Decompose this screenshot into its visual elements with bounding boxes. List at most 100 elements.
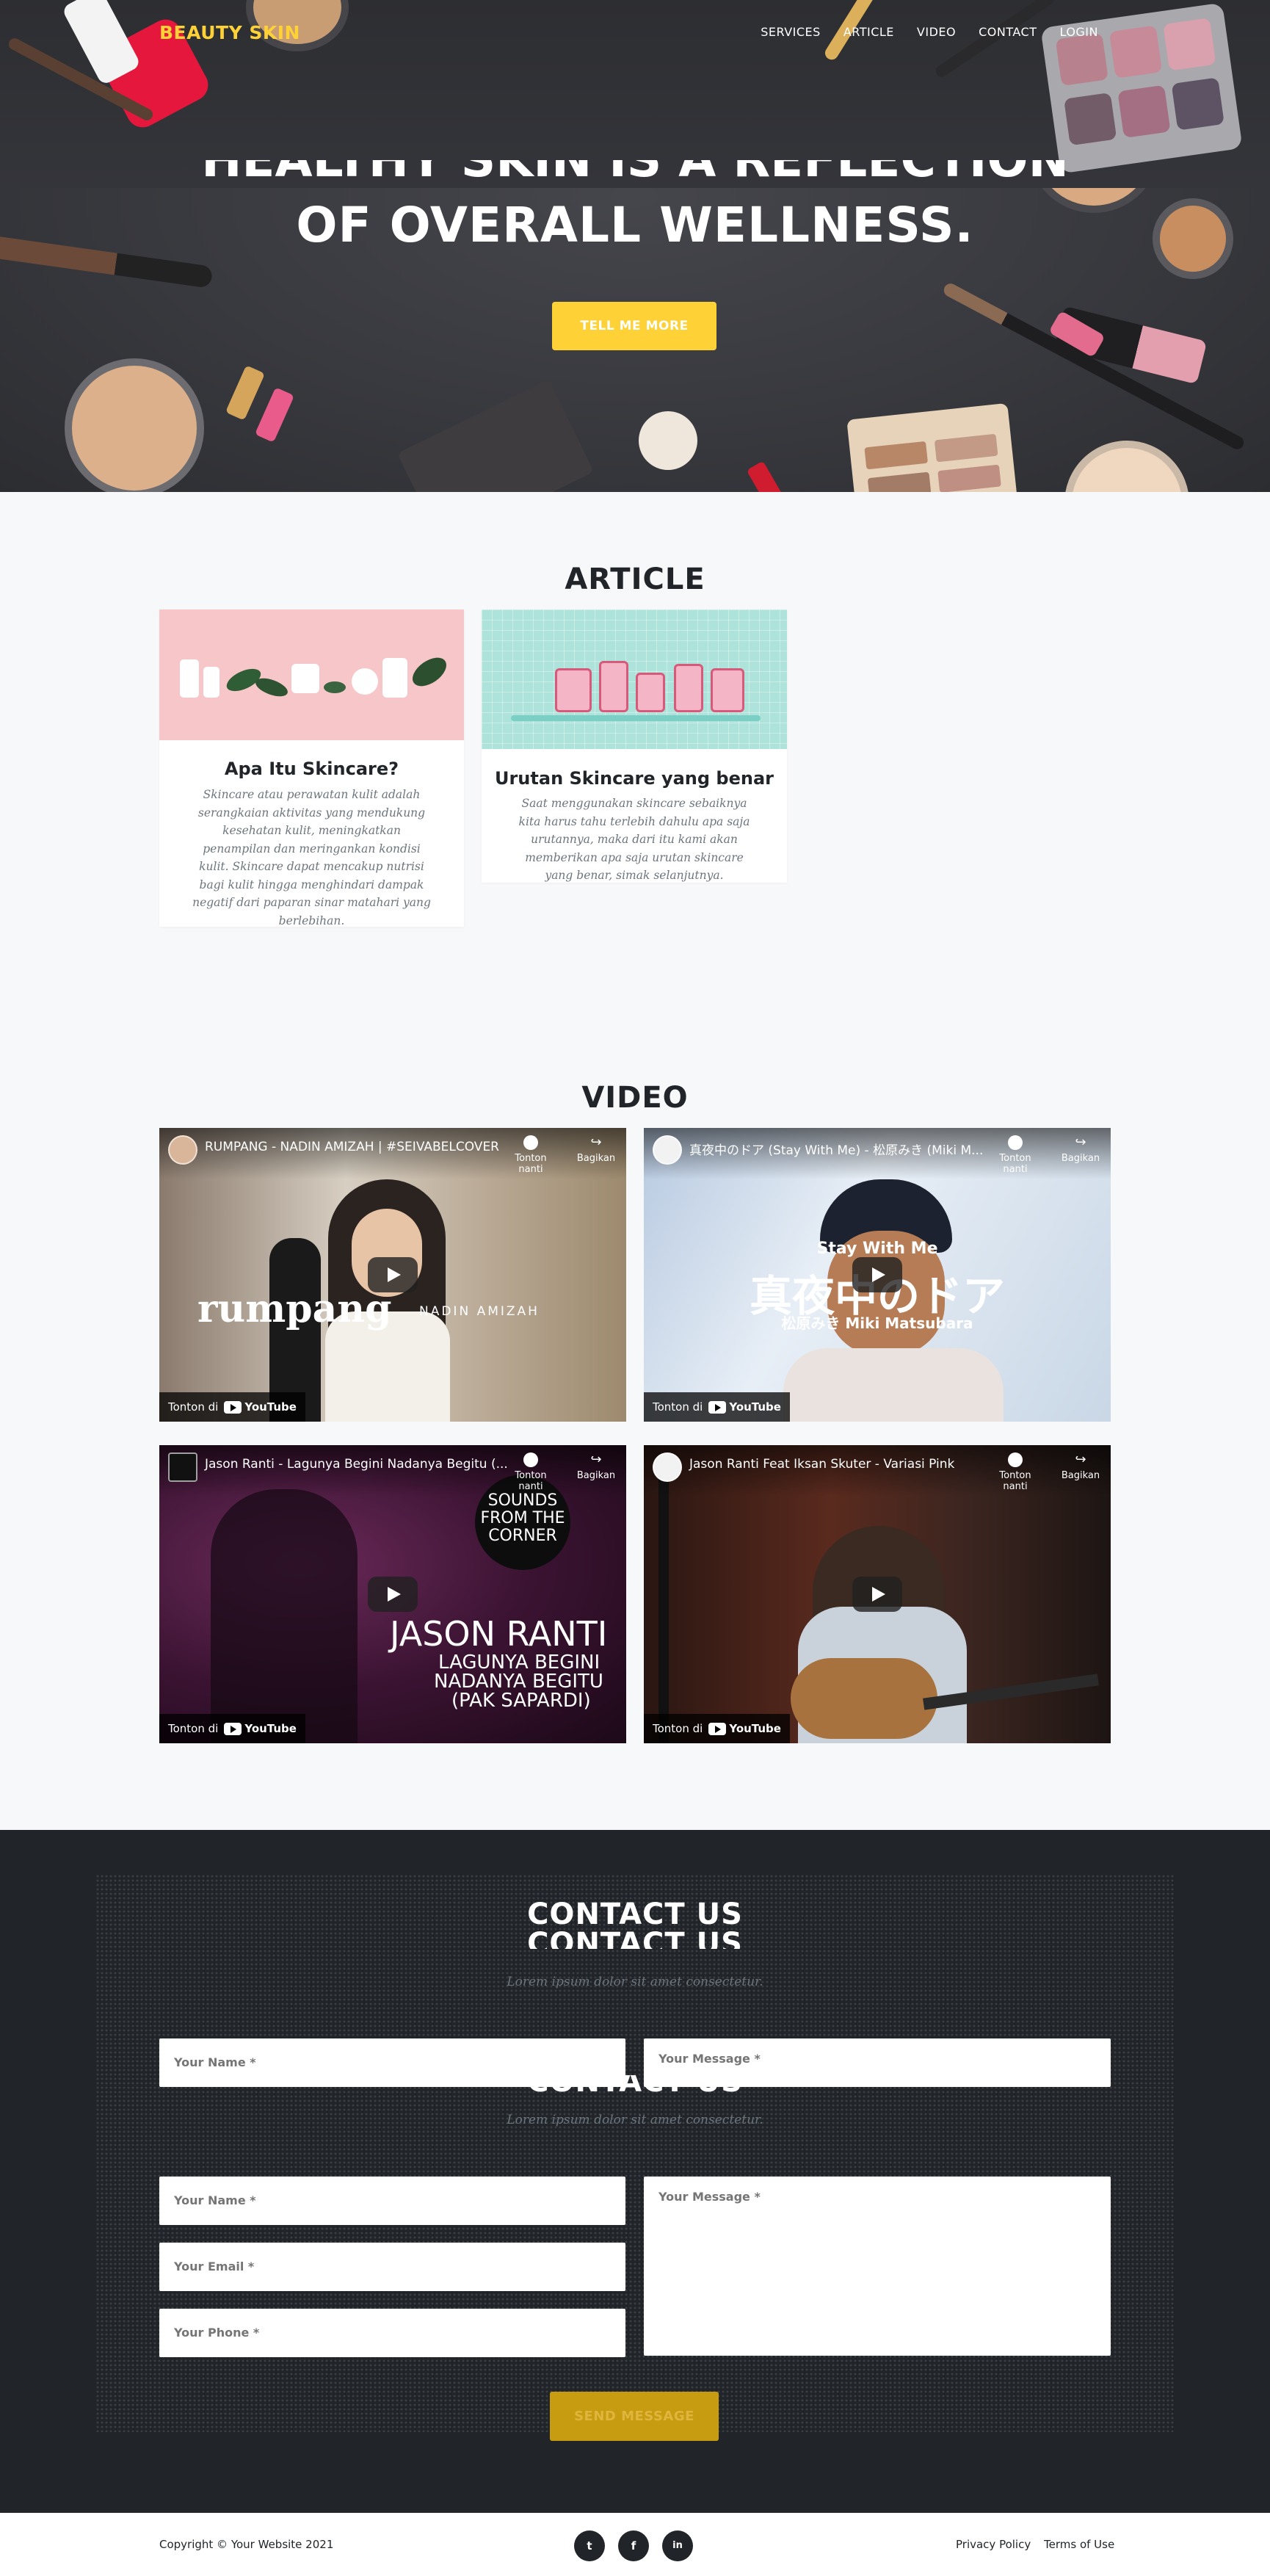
badge-text: SOUNDS FROM THE CORNER [480, 1491, 565, 1545]
share-icon: ↪ [1075, 1452, 1086, 1467]
share-label: Bagikan [1061, 1153, 1100, 1164]
guitar-shape [791, 1658, 937, 1739]
twitter-icon[interactable]: t [574, 2530, 605, 2561]
lip-gloss-image [746, 460, 785, 492]
nav-link-video[interactable]: VIDEO [917, 25, 956, 39]
linkedin-icon[interactable]: in [662, 2530, 693, 2561]
watch-on-youtube-bar[interactable]: Tonton di YouTube [159, 1714, 305, 1743]
video-title-text[interactable]: Jason Ranti Feat Iksan Skuter - Variasi … [689, 1457, 954, 1472]
footer: Copyright © Your Website 2021 t f in Pri… [0, 2513, 1270, 2576]
nav-link-contact[interactable]: CONTACT [979, 25, 1037, 39]
message-field[interactable] [644, 2177, 1111, 2356]
eyeshadow-quad-image [846, 402, 1018, 492]
lipstick-image [225, 365, 266, 421]
share-label: Bagikan [576, 1153, 616, 1164]
article-card-title: Apa Itu Skincare? [224, 759, 399, 779]
copyright-text: Copyright © Your Website 2021 [159, 2538, 334, 2551]
video-embed[interactable]: SOUNDS FROM THE CORNER JASON RANTI LAGUN… [159, 1445, 626, 1743]
share-icon: ↪ [590, 1452, 602, 1467]
share-button[interactable]: ↪ Bagikan [570, 1452, 622, 1482]
facebook-icon[interactable]: f [618, 2530, 649, 2561]
article-card-text: Saat menggunakan skincare sebaiknya kita… [518, 797, 750, 882]
video-overlay-line: LAGUNYA BEGINI [438, 1651, 600, 1674]
watch-on-youtube-bar[interactable]: Tonton di YouTube [644, 1392, 790, 1422]
nav-link-article[interactable]: ARTICLE [843, 25, 894, 39]
video-overlay-text: rumpang [197, 1287, 392, 1331]
video-title-text[interactable]: 真夜中のドア (Stay With Me) - 松原みき (Miki M... [689, 1140, 983, 1158]
watch-later-label: Tonton nanti [999, 1153, 1031, 1175]
channel-avatar[interactable] [653, 1135, 682, 1165]
play-button[interactable] [368, 1257, 418, 1292]
email-field[interactable] [159, 2243, 625, 2291]
youtube-label: YouTube [244, 1400, 297, 1414]
video-embed[interactable]: Jason Ranti Feat Iksan Skuter - Variasi … [644, 1445, 1111, 1743]
video-overlay-subtitle: Stay With Me [816, 1240, 938, 1258]
youtube-logo-icon: YouTube [224, 1722, 297, 1735]
nav-link-login[interactable]: LOGIN [1059, 25, 1098, 39]
contact-title-ghost-text: CONTACT US [527, 1931, 743, 1949]
puff-brush-image [639, 411, 697, 470]
youtube-label: YouTube [729, 1722, 781, 1735]
skincare-routine-image [482, 609, 787, 749]
watch-later-label: Tonton nanti [999, 1470, 1031, 1492]
hero-heading-partial-text: HEALTHY SKIN IS A REFLECTION [0, 160, 1270, 188]
nav-menu: SERVICES ARTICLE VIDEO CONTACT LOGIN [761, 25, 1098, 39]
phone-field[interactable] [159, 2309, 625, 2357]
terms-of-use-link[interactable]: Terms of Use [1044, 2538, 1114, 2551]
youtube-logo-icon: YouTube [708, 1400, 781, 1414]
hero-heading: OF OVERALL WELLNESS. [296, 197, 974, 253]
channel-avatar[interactable] [653, 1452, 682, 1482]
performer-shape [211, 1489, 358, 1743]
watch-on-label: Tonton di [168, 1400, 219, 1414]
share-button[interactable]: ↪ Bagikan [570, 1135, 622, 1165]
privacy-policy-link[interactable]: Privacy Policy [956, 2538, 1031, 2551]
youtube-logo-icon: YouTube [224, 1400, 297, 1414]
contact-title: CONTACT US [527, 1897, 743, 1931]
nav-link-services[interactable]: SERVICES [761, 25, 821, 39]
watch-later-button[interactable]: Tonton nanti [501, 1452, 560, 1492]
tell-me-more-button[interactable]: TELL ME MORE [552, 302, 716, 350]
video-embed[interactable]: Stay With Me 真夜中のドア 松原みき Miki Matsubara … [644, 1128, 1111, 1422]
play-button[interactable] [368, 1577, 418, 1612]
watch-on-label: Tonton di [653, 1400, 703, 1414]
send-message-button[interactable]: SEND MESSAGE [550, 2392, 719, 2441]
youtube-logo-icon: YouTube [708, 1722, 781, 1735]
youtube-label: YouTube [729, 1400, 781, 1414]
hero-section: BEAUTY SKIN SERVICES ARTICLE VIDEO CONTA… [0, 0, 1270, 492]
article-card[interactable]: Apa Itu Skincare? Skincare atau perawata… [159, 609, 464, 927]
play-button[interactable] [852, 1257, 902, 1292]
article-card-text: Skincare atau perawatan kulit adalah ser… [192, 788, 431, 927]
watch-on-label: Tonton di [168, 1722, 219, 1735]
blush-palette-image [396, 379, 595, 492]
share-button[interactable]: ↪ Bagikan [1055, 1135, 1106, 1165]
mic-stand-shape [658, 1475, 669, 1743]
contact-subtitle: Lorem ipsum dolor sit amet consectetur. [507, 2113, 763, 2127]
share-label: Bagikan [1061, 1470, 1100, 1481]
watch-later-button[interactable]: Tonton nanti [501, 1135, 560, 1175]
watch-later-label: Tonton nanti [515, 1153, 547, 1175]
clock-icon [1008, 1452, 1023, 1467]
watch-later-button[interactable]: Tonton nanti [986, 1135, 1045, 1175]
play-button[interactable] [852, 1577, 902, 1612]
share-button[interactable]: ↪ Bagikan [1055, 1452, 1106, 1482]
share-icon: ↪ [590, 1135, 602, 1150]
name-field[interactable] [159, 2177, 625, 2225]
contact-subtitle: Lorem ipsum dolor sit amet consectetur. [507, 1975, 763, 1989]
contact-title-ghost: CONTACT US [0, 2075, 1270, 2102]
channel-avatar[interactable] [168, 1452, 197, 1482]
brand-logo[interactable]: BEAUTY SKIN [159, 22, 300, 43]
powder-jar-image [65, 358, 204, 492]
video-overlay-line: (PAK SAPARDI) [451, 1690, 591, 1712]
shirt-shape [783, 1348, 1004, 1422]
lipstick-image [254, 387, 295, 443]
channel-avatar[interactable] [168, 1135, 197, 1165]
video-embed[interactable]: rumpang NADIN AMIZAH RUMPANG - NADIN AMI… [159, 1128, 626, 1422]
watch-on-youtube-bar[interactable]: Tonton di YouTube [644, 1714, 790, 1743]
watch-later-button[interactable]: Tonton nanti [986, 1452, 1045, 1492]
article-card[interactable]: Urutan Skincare yang benar Saat mengguna… [482, 609, 787, 883]
watch-later-label: Tonton nanti [515, 1470, 547, 1492]
clock-icon [523, 1452, 538, 1467]
video-title-text[interactable]: RUMPANG - NADIN AMIZAH | #SEIVABELCOVER [205, 1140, 499, 1154]
watch-on-youtube-bar[interactable]: Tonton di YouTube [159, 1392, 305, 1422]
video-title-text[interactable]: Jason Ranti - Lagunya Begini Nadanya Beg… [205, 1457, 508, 1472]
